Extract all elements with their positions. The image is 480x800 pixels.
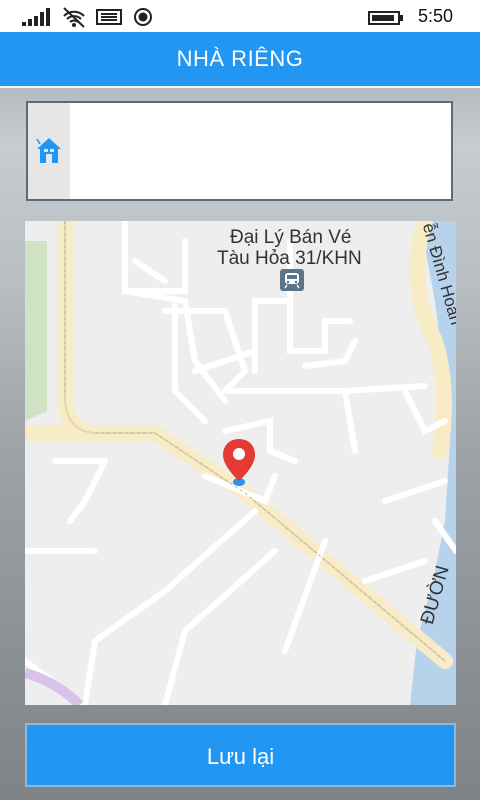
train-station-icon: [280, 269, 304, 291]
home-icon: [36, 138, 61, 163]
address-field[interactable]: [26, 101, 453, 201]
status-bar: 5:50: [0, 0, 480, 32]
record-icon: [134, 8, 152, 26]
wifi-icon: [63, 7, 85, 28]
battery-icon: [368, 11, 403, 25]
signal-icon: [22, 8, 50, 26]
message-icon: [96, 9, 122, 25]
address-icon-cell: [28, 103, 70, 199]
save-button[interactable]: Lưu lại: [25, 723, 456, 787]
address-input[interactable]: [76, 103, 452, 201]
header-divider: [0, 86, 480, 88]
map-view[interactable]: Đại Lý Bán Vé Tàu Hỏa 31/KHN ễn Đình Hoà…: [25, 221, 456, 705]
location-pin-icon: [223, 439, 255, 486]
page-title: NHÀ RIÊNG: [0, 32, 480, 86]
clock: 5:50: [418, 6, 454, 26]
poi-label-line1: Đại Lý Bán Vé: [230, 227, 352, 248]
poi-label-line2: Tàu Hỏa 31/KHN: [217, 248, 362, 269]
